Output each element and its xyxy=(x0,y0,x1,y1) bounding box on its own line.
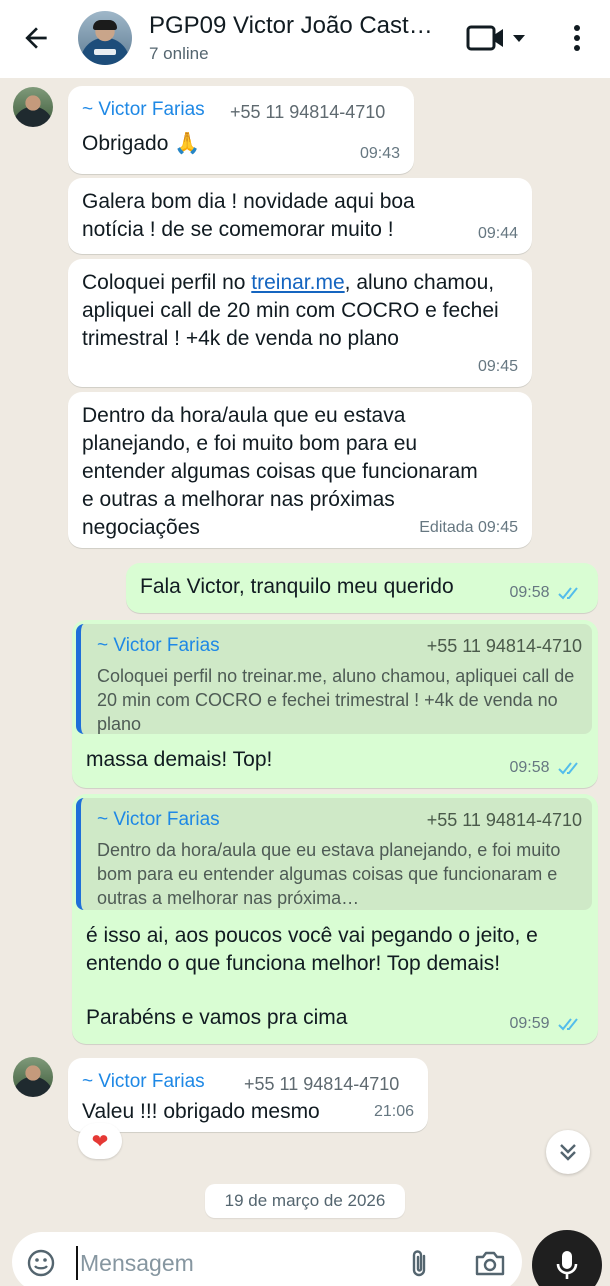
message-bubble[interactable]: Dentro da hora/aula que eu estava planej… xyxy=(68,392,532,548)
chat-area: ~ Victor Farias +55 11 94814-4710 Obriga… xyxy=(0,78,610,1218)
sender-phone: +55 11 94814-4710 xyxy=(244,1074,400,1094)
message-text: Parabéns e vamos pra cima xyxy=(86,1006,348,1029)
message-bubble[interactable]: Galera bom dia ! novidade aqui boa notíc… xyxy=(68,178,532,254)
message-time: 09:45 xyxy=(477,358,518,375)
message-time: 09:58 xyxy=(510,754,585,782)
quoted-text: Dentro da hora/aula que eu estava planej… xyxy=(97,840,561,908)
message-input[interactable] xyxy=(76,1246,376,1280)
message-text: Coloquei perfil no treinar.me, aluno cha… xyxy=(82,271,499,350)
video-call-icon[interactable] xyxy=(466,24,528,52)
message-bubble[interactable]: Coloquei perfil no treinar.me, aluno cha… xyxy=(68,259,532,387)
double-check-icon xyxy=(558,762,578,775)
chat-header: PGP09 Victor João Cast… 7 online xyxy=(0,0,610,78)
message-text: massa demais! Top! xyxy=(86,748,273,771)
more-vert-icon[interactable] xyxy=(566,22,588,54)
message-time: 21:06 xyxy=(373,1103,414,1120)
message-time: 09:43 xyxy=(359,145,400,162)
message-bubble[interactable]: ~ Victor Farias +55 11 94814-4710 Valeu … xyxy=(68,1058,428,1132)
message-time: 09:59 xyxy=(510,1010,585,1038)
message-bubble-outgoing[interactable]: ~ Victor Farias +55 11 94814-4710 Coloqu… xyxy=(72,620,598,788)
avatar[interactable] xyxy=(13,1057,53,1097)
chevron-down-icon xyxy=(513,35,525,42)
double-check-icon xyxy=(558,1018,578,1031)
camera-icon[interactable] xyxy=(474,1248,506,1278)
date-separator: 19 de março de 2026 xyxy=(205,1184,405,1218)
group-avatar[interactable] xyxy=(78,11,132,65)
back-arrow-icon[interactable] xyxy=(20,22,52,54)
reaction-badge[interactable]: ❤ xyxy=(78,1123,122,1159)
message-bubble[interactable]: ~ Victor Farias +55 11 94814-4710 Obriga… xyxy=(68,86,414,174)
message-link[interactable]: treinar.me xyxy=(251,271,344,294)
sender-phone: +55 11 94814-4710 xyxy=(230,102,386,122)
double-check-icon xyxy=(558,587,578,600)
message-text: Valeu !!! obrigado mesmo xyxy=(82,1100,320,1123)
mic-button[interactable] xyxy=(532,1230,602,1286)
message-time: 09:58 xyxy=(510,579,585,607)
message-time: Editada 09:45 xyxy=(419,519,518,536)
quoted-phone: +55 11 94814-4710 xyxy=(426,810,582,830)
scroll-down-button[interactable] xyxy=(546,1130,590,1174)
attach-icon[interactable] xyxy=(406,1248,434,1280)
quoted-message[interactable]: ~ Victor Farias +55 11 94814-4710 Coloqu… xyxy=(76,624,592,734)
message-bubble-outgoing[interactable]: Fala Victor, tranquilo meu querido 09:58 xyxy=(126,563,598,613)
message-bubble-outgoing[interactable]: ~ Victor Farias +55 11 94814-4710 Dentro… xyxy=(72,794,598,1044)
double-chevron-down-icon xyxy=(560,1144,576,1161)
mic-icon xyxy=(556,1251,578,1279)
quoted-text: Coloquei perfil no treinar.me, aluno cha… xyxy=(97,666,575,734)
message-time: 09:44 xyxy=(477,225,518,242)
message-composer xyxy=(12,1232,522,1286)
message-text: Galera bom dia ! novidade aqui boa notíc… xyxy=(82,190,415,241)
chat-subtitle: 7 online xyxy=(149,44,209,63)
emoji-icon[interactable] xyxy=(26,1248,56,1278)
message-text: Obrigado 🙏 xyxy=(82,132,201,155)
quoted-message[interactable]: ~ Victor Farias +55 11 94814-4710 Dentro… xyxy=(76,798,592,910)
message-text: é isso ai, aos poucos você vai pegando o… xyxy=(86,924,538,975)
chat-title[interactable]: PGP09 Victor João Cast… xyxy=(149,12,449,40)
avatar[interactable] xyxy=(13,87,53,127)
quoted-phone: +55 11 94814-4710 xyxy=(426,636,582,656)
